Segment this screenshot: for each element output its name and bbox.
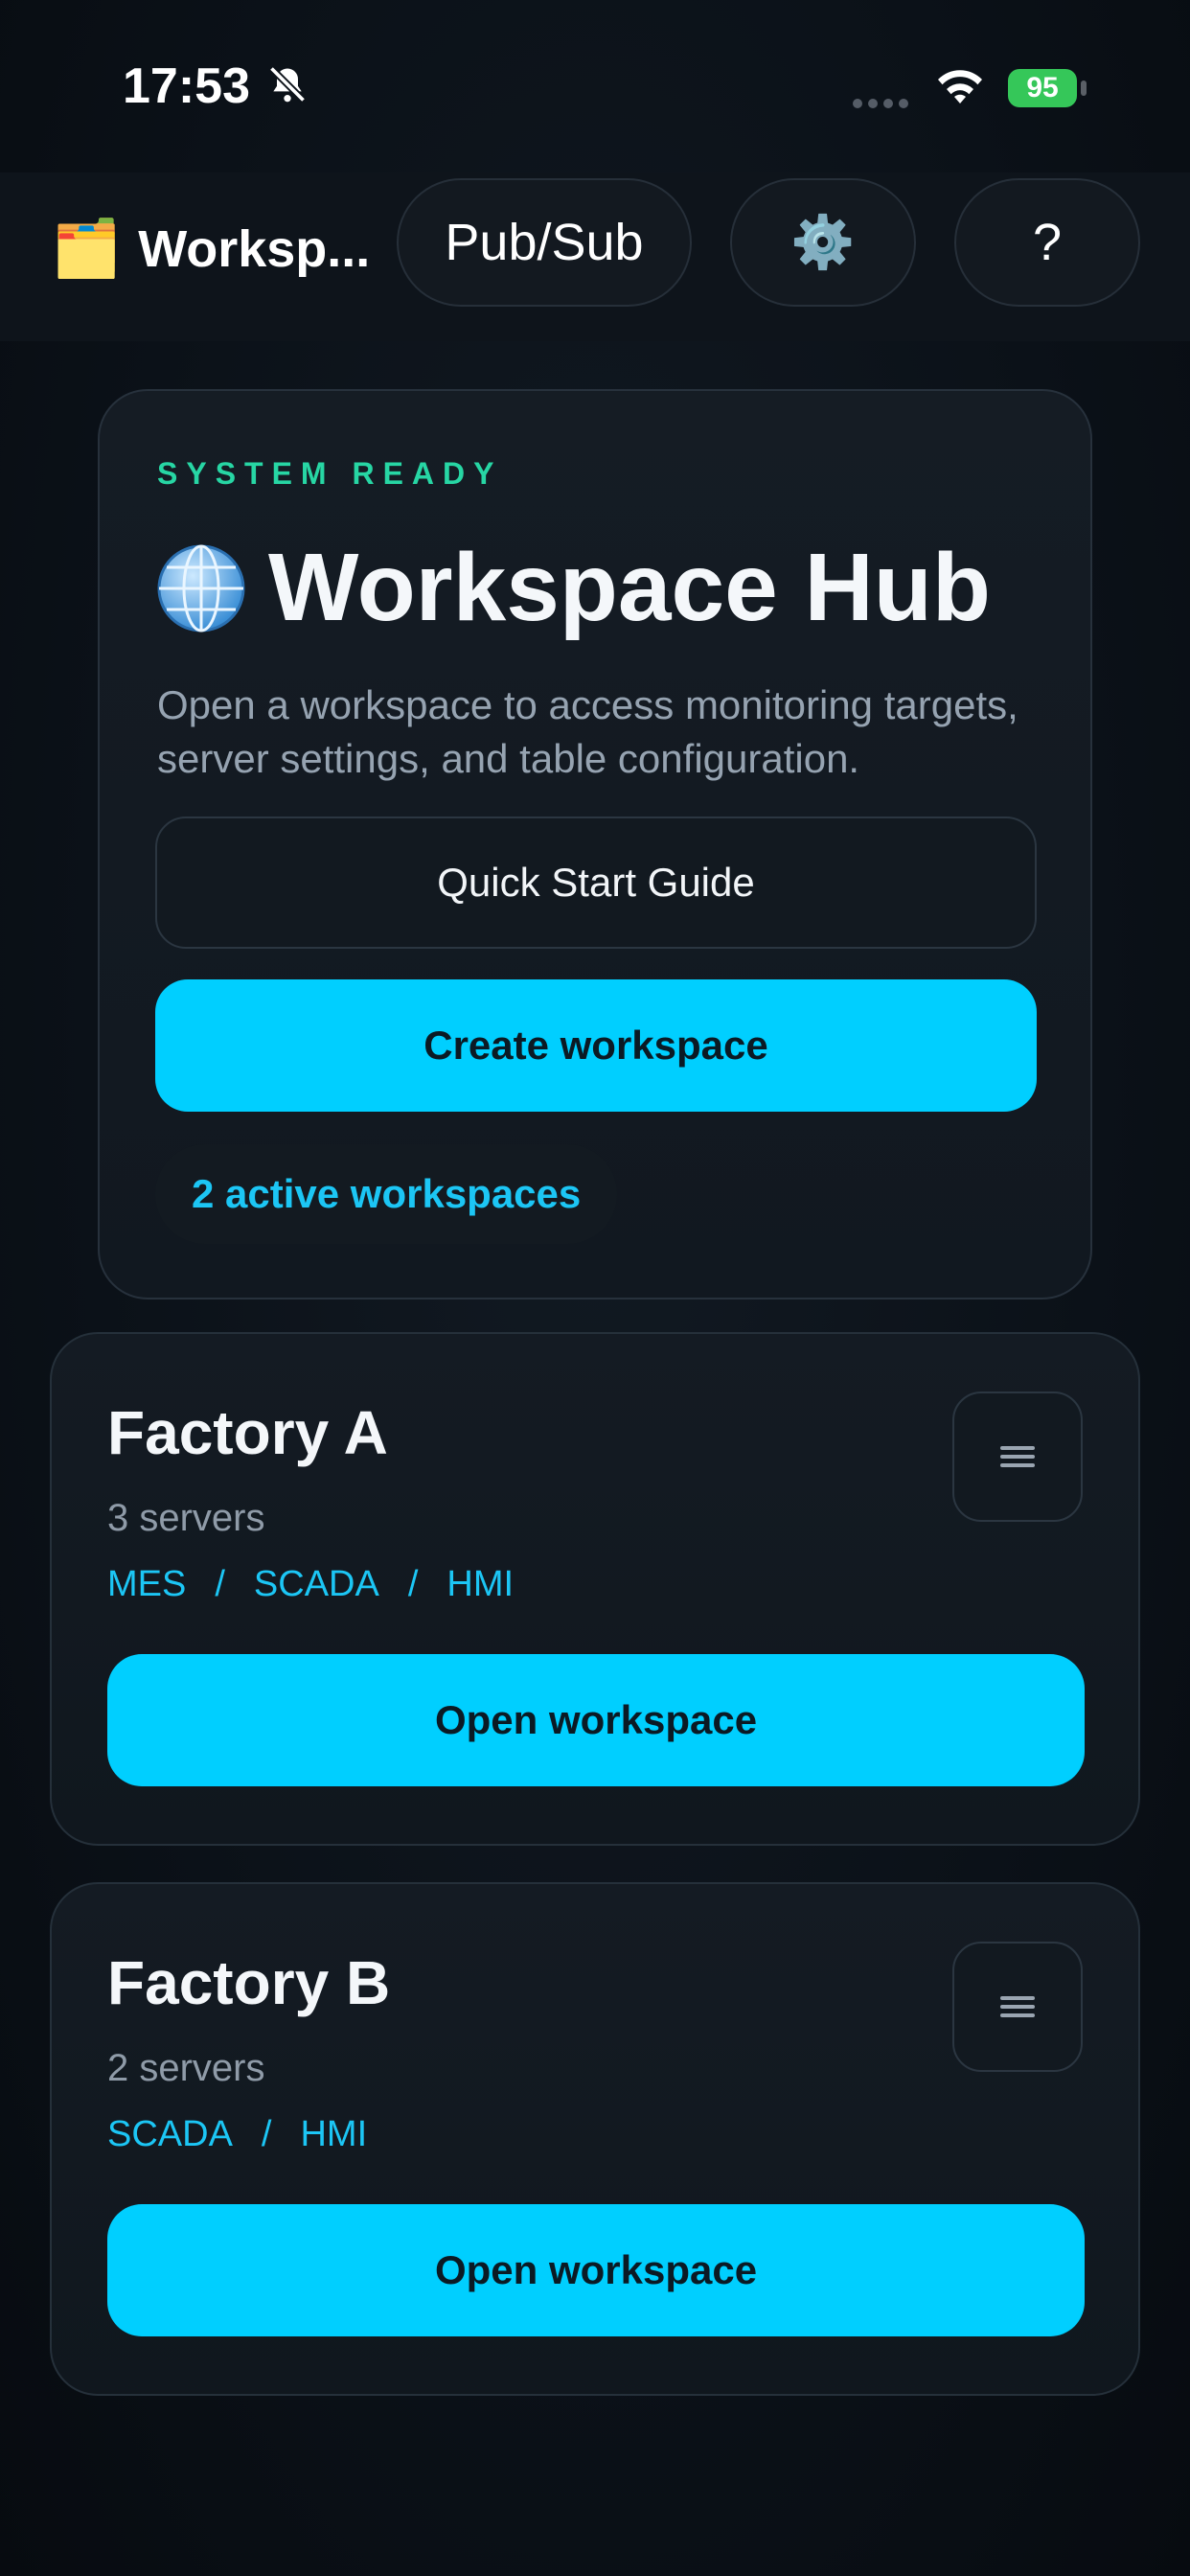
workspace-server-count: 2 servers (107, 2047, 265, 2089)
workspace-tags: MES / SCADA / HMI (107, 1564, 514, 1605)
wifi-icon (938, 70, 982, 104)
open-workspace-button[interactable]: Open workspace (107, 2204, 1085, 2336)
workspace-tag: SCADA (107, 2114, 233, 2154)
create-workspace-button[interactable]: Create workspace (155, 979, 1037, 1112)
workspace-tag: HMI (300, 2114, 368, 2154)
page-title-text: Workspace Hub (268, 534, 991, 641)
workspace-tags: SCADA / HMI (107, 2114, 367, 2155)
help-label: ? (1032, 214, 1063, 271)
workspace-hub-card: SYSTEM READY Workspace Hub Open a worksp… (98, 389, 1092, 1300)
pubsub-label: Pub/Sub (445, 214, 644, 271)
tag-separator: / (215, 1564, 225, 1604)
tag-separator: / (407, 1564, 419, 1604)
active-workspaces-badge[interactable]: 2 active workspaces (155, 1144, 618, 1244)
workspace-tag: SCADA (253, 1564, 379, 1604)
status-time: 17:53 (123, 58, 250, 114)
app-title[interactable]: 🗂️ Worksp... (52, 217, 370, 282)
open-workspace-button[interactable]: Open workspace (107, 1654, 1085, 1786)
help-button[interactable]: ? (954, 178, 1140, 307)
workspace-menu-button[interactable] (952, 1392, 1083, 1522)
workspace-tag: MES (107, 1564, 187, 1604)
menu-icon (1000, 1991, 1035, 2022)
bell-slash-icon (268, 65, 307, 104)
pubsub-button[interactable]: Pub/Sub (397, 178, 692, 307)
hub-description: Open a workspace to access monitoring ta… (157, 682, 1018, 781)
workspace-card: Factory A 3 servers MES / SCADA / HMI Open… (50, 1332, 1140, 1846)
battery-icon: 95 (1008, 69, 1077, 107)
workspace-name: Factory A (107, 1398, 388, 1467)
quick-start-guide-button[interactable]: Quick Start Guide (155, 816, 1037, 949)
folder-icon: 🗂️ (52, 218, 122, 280)
battery-level: 95 (1026, 72, 1059, 104)
page-title: Workspace Hub (155, 533, 991, 643)
menu-icon (1000, 1441, 1035, 1472)
workspace-menu-button[interactable] (952, 1942, 1083, 2072)
workspace-server-count: 3 servers (107, 1497, 265, 1539)
battery-cap (1081, 80, 1087, 96)
workspace-tag: HMI (446, 1564, 515, 1604)
globe-icon (157, 544, 245, 632)
gear-icon: ⚙️ (790, 213, 856, 271)
workspace-card: Factory B 2 servers SCADA / HMI Open work… (50, 1882, 1140, 2396)
cellular-signal-icon (853, 96, 914, 113)
status-bar: 17:53 95 (0, 0, 1190, 172)
settings-button[interactable]: ⚙️ (730, 178, 916, 307)
system-status-label: SYSTEM READY (157, 456, 503, 491)
app-title-text: Worksp... (138, 220, 371, 278)
tag-separator: / (261, 2114, 272, 2154)
workspace-name: Factory B (107, 1948, 391, 2017)
